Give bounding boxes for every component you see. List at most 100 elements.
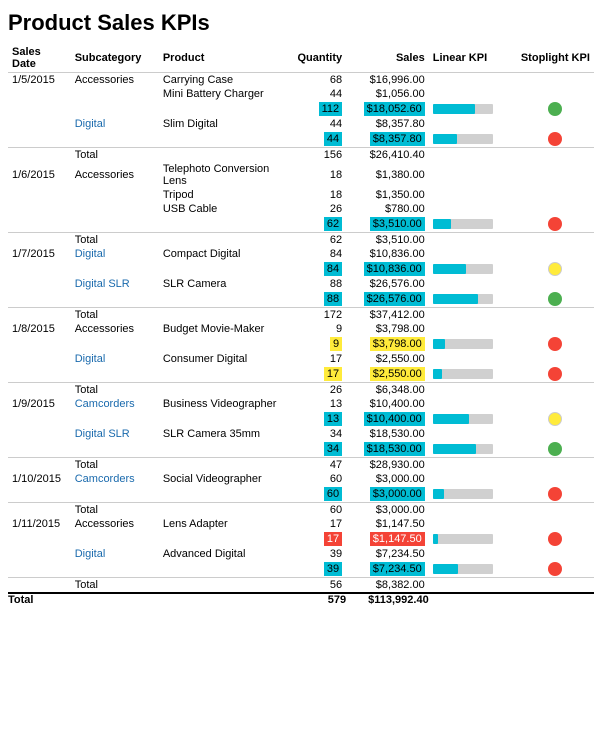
cell-product <box>159 148 286 163</box>
cell-sales: $3,000.00 <box>346 503 429 518</box>
table-row: Digital SLRSLR Camera88$26,576.00 <box>8 277 594 291</box>
table-row: 17$2,550.00 <box>8 366 594 383</box>
table-row: USB Cable26$780.00 <box>8 202 594 216</box>
cell-stoplight-kpi <box>517 383 594 398</box>
cell-date <box>8 291 71 308</box>
table-row: DigitalSlim Digital44$8,357.80 <box>8 117 594 131</box>
cell-stoplight-kpi <box>517 517 594 531</box>
cell-sales: $2,550.00 <box>346 366 429 383</box>
cell-linear-kpi <box>429 578 517 594</box>
cell-quantity: 17 <box>286 517 347 531</box>
col-header-subcat: Subcategory <box>71 44 159 73</box>
grand-total-product <box>159 593 286 606</box>
cell-quantity: 112 <box>286 101 347 117</box>
cell-stoplight-kpi <box>517 101 594 117</box>
cell-stoplight-kpi <box>517 87 594 101</box>
cell-quantity: 34 <box>286 427 347 441</box>
cell-quantity: 44 <box>286 117 347 131</box>
cell-date <box>8 101 71 117</box>
cell-date <box>8 561 71 578</box>
cell-date: 1/6/2015 <box>8 162 71 188</box>
cell-stoplight-kpi <box>517 202 594 216</box>
cell-sales: $18,530.00 <box>346 441 429 458</box>
cell-date <box>8 202 71 216</box>
cell-linear-kpi <box>429 188 517 202</box>
cell-linear-kpi <box>429 472 517 486</box>
cell-quantity: 172 <box>286 308 347 323</box>
stoplight-dot-yellow <box>548 262 562 276</box>
cell-sales: $3,798.00 <box>346 322 429 336</box>
cell-linear-kpi <box>429 162 517 188</box>
kpi-bar-wrapper <box>433 489 493 499</box>
cell-date <box>8 117 71 131</box>
qty-highlight: 88 <box>324 292 342 306</box>
cell-quantity: 39 <box>286 561 347 578</box>
kpi-bar-fill <box>433 219 451 229</box>
cell-quantity: 34 <box>286 441 347 458</box>
cell-sales: $10,400.00 <box>346 397 429 411</box>
cell-product <box>159 131 286 148</box>
cell-subcat <box>71 216 159 233</box>
cell-stoplight-kpi <box>517 486 594 503</box>
cell-sales: $3,000.00 <box>346 472 429 486</box>
cell-sales: $780.00 <box>346 202 429 216</box>
kpi-table: Sales Date Subcategory Product Quantity … <box>8 44 594 606</box>
kpi-bar-fill <box>433 264 466 274</box>
cell-product: Mini Battery Charger <box>159 87 286 101</box>
cell-linear-kpi <box>429 277 517 291</box>
cell-date <box>8 531 71 547</box>
cell-quantity: 60 <box>286 486 347 503</box>
sales-highlight: $3,798.00 <box>370 337 425 351</box>
cell-stoplight-kpi <box>517 411 594 427</box>
cell-date <box>8 131 71 148</box>
cell-subcat: Digital <box>71 547 159 561</box>
cell-quantity: 18 <box>286 188 347 202</box>
col-header-date: Sales Date <box>8 44 71 73</box>
cell-linear-kpi <box>429 291 517 308</box>
cell-sales: $3,510.00 <box>346 216 429 233</box>
cell-date <box>8 308 71 323</box>
cell-sales: $26,576.00 <box>346 277 429 291</box>
sales-highlight: $1,147.50 <box>370 532 425 546</box>
cell-sales: $3,000.00 <box>346 486 429 503</box>
table-row: Total172$37,412.00 <box>8 308 594 323</box>
cell-sales: $26,410.40 <box>346 148 429 163</box>
qty-highlight: 17 <box>324 532 342 546</box>
cell-linear-kpi <box>429 547 517 561</box>
cell-product <box>159 366 286 383</box>
kpi-bar-fill <box>433 564 458 574</box>
cell-sales: $16,996.00 <box>346 73 429 88</box>
cell-subcat <box>71 101 159 117</box>
cell-subcat <box>71 202 159 216</box>
cell-sales: $10,836.00 <box>346 247 429 261</box>
cell-subcat: Accessories <box>71 322 159 336</box>
cell-product <box>159 531 286 547</box>
cell-quantity: 26 <box>286 202 347 216</box>
table-row: 39$7,234.50 <box>8 561 594 578</box>
table-row: DigitalConsumer Digital17$2,550.00 <box>8 352 594 366</box>
qty-highlight: 13 <box>324 412 342 426</box>
table-row: 1/8/2015AccessoriesBudget Movie-Maker9$3… <box>8 322 594 336</box>
cell-linear-kpi <box>429 73 517 88</box>
grand-total-sales: $113,992.40 <box>346 593 429 606</box>
cell-sales: $1,147.50 <box>346 517 429 531</box>
cell-sales: $10,836.00 <box>346 261 429 277</box>
cell-sales: $28,930.00 <box>346 458 429 473</box>
cell-subcat <box>71 188 159 202</box>
cell-quantity: 9 <box>286 336 347 352</box>
cell-date <box>8 458 71 473</box>
cell-stoplight-kpi <box>517 216 594 233</box>
table-row: 9 $3,798.00 <box>8 336 594 352</box>
cell-date <box>8 233 71 248</box>
cell-sales: $6,348.00 <box>346 383 429 398</box>
kpi-bar-fill <box>433 104 475 114</box>
cell-stoplight-kpi <box>517 472 594 486</box>
stoplight-dot-green <box>548 442 562 456</box>
kpi-bar-wrapper <box>433 219 493 229</box>
cell-stoplight-kpi <box>517 117 594 131</box>
table-row: 88$26,576.00 <box>8 291 594 308</box>
cell-stoplight-kpi <box>517 366 594 383</box>
qty-highlight: 44 <box>324 132 342 146</box>
cell-subcat: Total <box>71 458 159 473</box>
stoplight-dot-red <box>548 487 562 501</box>
